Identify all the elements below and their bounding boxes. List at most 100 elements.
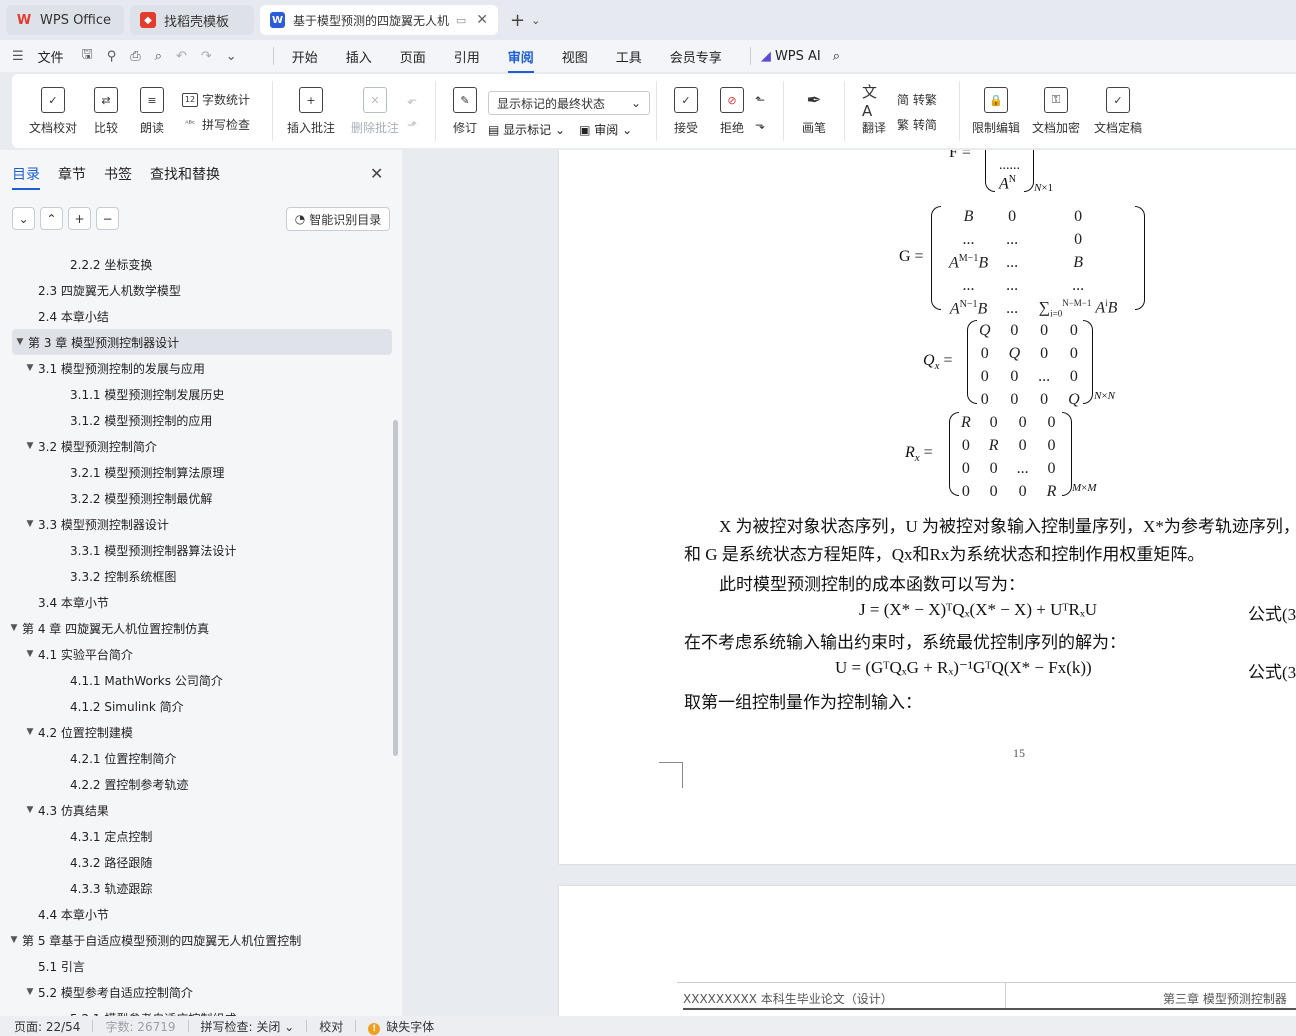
toc-item[interactable]: 3.2.2 模型预测控制最优解 — [0, 485, 392, 511]
document-page[interactable]: XXXXXXXXX 本科生毕业论文（设计） 第三章 模型预测控制器 — [559, 886, 1296, 1016]
pen-button[interactable]: ✒ 画笔 — [790, 81, 838, 136]
toc-item[interactable]: ▼ 5.2 模型参考自适应控制简介 — [0, 979, 392, 1005]
toc-item[interactable]: 3.1.1 模型预测控制发展历史 — [0, 381, 392, 407]
new-tab-icon[interactable]: + — [510, 10, 525, 31]
chevron-down-icon[interactable]: ⌄ — [226, 49, 237, 64]
insert-comment-button[interactable]: + 插入批注 — [279, 81, 343, 136]
toc-item[interactable]: 3.3.1 模型预测控制器算法设计 — [0, 537, 392, 563]
toc-item[interactable]: 4.3.1 定点控制 — [0, 823, 392, 849]
close-icon[interactable]: ✕ — [476, 12, 488, 28]
remove-icon[interactable]: − — [96, 207, 119, 230]
to-traditional-button[interactable]: 简 转繁 — [897, 88, 953, 112]
spell-check-status[interactable]: 拼写检查: 关闭 ⌄ — [201, 1018, 295, 1035]
encrypt-button[interactable]: ⚿ 文档加密 — [1026, 81, 1086, 136]
toc-item[interactable]: ▼ 3.3 模型预测控制器设计 — [0, 511, 392, 537]
redo-icon[interactable]: ↷ — [201, 49, 212, 64]
menu-references[interactable]: 引用 — [454, 47, 480, 66]
toc-item[interactable]: ▼ 4.1 实验平台简介 — [0, 641, 392, 667]
collapse-arrow-icon[interactable]: ▼ — [22, 987, 38, 997]
toc-item[interactable]: 4.4 本章小节 — [0, 901, 392, 927]
reject-button[interactable]: ⊘ 拒绝 — [709, 81, 755, 136]
collapse-arrow-icon[interactable]: ▼ — [22, 441, 38, 451]
word-count-button[interactable]: 12 字数统计 — [182, 88, 266, 112]
smart-toc-button[interactable]: ◔ 智能识别目录 — [286, 207, 390, 231]
markup-dropdown[interactable]: 显示标记的最终状态 ⌄ — [488, 91, 650, 115]
show-markup-button[interactable]: ▤ 显示标记 ⌄ — [488, 121, 565, 138]
tab-bookmarks[interactable]: 书签 — [104, 164, 132, 184]
accept-button[interactable]: ✓ 接受 — [663, 81, 709, 136]
collapse-arrow-icon[interactable]: ▼ — [6, 623, 22, 633]
document-page[interactable]: F = ...... AN N×1 G = B00 ...... 0 AM−1B.… — [559, 150, 1296, 864]
prev-change-icon[interactable]: ⬑ — [755, 88, 777, 112]
collapse-arrow-icon[interactable]: ▼ — [12, 337, 28, 347]
tab-toc[interactable]: 目录 — [12, 164, 40, 190]
review-pane-button[interactable]: ▣ 审阅 ⌄ — [579, 121, 632, 138]
menu-tools[interactable]: 工具 — [616, 47, 642, 66]
toc-item[interactable]: ▼ 第 4 章 四旋翼无人机位置控制仿真 — [0, 615, 392, 641]
collapse-arrow-icon[interactable]: ▼ — [22, 363, 38, 373]
wps-ai-button[interactable]: ◢ WPS AI — [761, 49, 821, 64]
print-preview-icon[interactable]: ⌕ — [155, 49, 162, 64]
prev-comment-icon[interactable]: ⬐ — [407, 88, 429, 112]
toc-item[interactable]: 4.1.1 MathWorks 公司简介 — [0, 667, 392, 693]
collapse-arrow-icon[interactable]: ▼ — [6, 935, 22, 945]
finalize-button[interactable]: ✓ 文档定稿 — [1086, 81, 1150, 136]
spell-check-button[interactable]: ᴬᴮᶜ 拼写检查 — [182, 113, 266, 137]
menu-member[interactable]: 会员专享 — [670, 47, 722, 66]
toc-item[interactable]: 2.4 本章小结 — [0, 303, 392, 329]
missing-font-status[interactable]: ! 缺失字体 — [368, 1018, 434, 1035]
menu-insert[interactable]: 插入 — [346, 47, 372, 66]
file-menu[interactable]: 文件 — [38, 47, 64, 66]
next-change-icon[interactable]: ⬎ — [755, 113, 777, 137]
undo-icon[interactable]: ↶ — [176, 49, 187, 64]
toc-item[interactable]: ▼ 第 3 章 模型预测控制器设计 — [12, 329, 392, 355]
save-icon[interactable]: 🖫 — [82, 45, 93, 67]
menu-page[interactable]: 页面 — [400, 47, 426, 66]
toc-item[interactable]: ▼ 4.2 位置控制建模 — [0, 719, 392, 745]
search-icon[interactable]: ⌕ — [833, 49, 840, 64]
tab-wps-office[interactable]: W WPS Office — [6, 5, 124, 35]
read-aloud-button[interactable]: ≡ 朗读 — [130, 81, 174, 136]
word-count[interactable]: 字数: 26719 — [105, 1018, 175, 1035]
proof-status[interactable]: 校对 — [319, 1018, 343, 1035]
collapse-arrow-icon[interactable]: ▼ — [22, 519, 38, 529]
menu-view[interactable]: 视图 — [562, 47, 588, 66]
next-comment-icon[interactable]: ⬏ — [407, 113, 429, 137]
toc-item[interactable]: 4.2.2 置控制参考轨迹 — [0, 771, 392, 797]
toc-item[interactable]: 4.2.1 位置控制简介 — [0, 745, 392, 771]
page-indicator[interactable]: 页面: 22/54 — [14, 1018, 80, 1035]
track-changes-button[interactable]: ✎ 修订 — [442, 81, 488, 136]
collapse-arrow-icon[interactable]: ▼ — [22, 649, 38, 659]
toc-item[interactable]: ▼ 第 5 章基于自适应模型预测的四旋翼无人机位置控制 — [0, 927, 392, 953]
collapse-arrow-icon[interactable]: ▼ — [22, 727, 38, 737]
tab-docer[interactable]: ◆ 找稻壳模板 — [130, 5, 254, 35]
collapse-arrow-icon[interactable]: ▼ — [22, 805, 38, 815]
toc-item[interactable]: 5.1 引言 — [0, 953, 392, 979]
toc-item[interactable]: 4.1.2 Simulink 简介 — [0, 693, 392, 719]
scrollbar[interactable] — [393, 420, 398, 756]
tab-sections[interactable]: 章节 — [58, 164, 86, 184]
toc-item[interactable]: 3.4 本章小节 — [0, 589, 392, 615]
hamburger-icon[interactable]: ☰ — [12, 49, 24, 64]
close-icon[interactable]: ✕ — [370, 164, 383, 183]
compare-button[interactable]: ⇄ 比较 — [82, 81, 130, 136]
collapse-icon[interactable]: ⌃ — [40, 207, 63, 230]
to-simplified-button[interactable]: 繁 转简 — [897, 113, 953, 137]
delete-comment-button[interactable]: ✕ 删除批注 — [343, 81, 407, 136]
link-icon[interactable]: ⚲ — [107, 49, 117, 64]
toc-item[interactable]: 2.2.2 坐标变换 — [0, 251, 392, 277]
toc-item[interactable]: 3.3.2 控制系统框图 — [0, 563, 392, 589]
toc-item[interactable]: ▼ 3.1 模型预测控制的发展与应用 — [0, 355, 392, 381]
toc-item[interactable]: 4.3.3 轨迹跟踪 — [0, 875, 392, 901]
doc-proof-button[interactable]: ✓ 文档校对 — [24, 81, 82, 136]
toc-item[interactable]: 4.3.2 路径跟随 — [0, 849, 392, 875]
menu-review[interactable]: 审阅 — [507, 47, 534, 73]
toc-item[interactable]: 3.1.2 模型预测控制的应用 — [0, 407, 392, 433]
toc-item[interactable]: 3.2.1 模型预测控制算法原理 — [0, 459, 392, 485]
menu-home[interactable]: 开始 — [292, 47, 318, 66]
chevron-down-icon[interactable]: ⌄ — [531, 14, 540, 27]
toc-item[interactable]: ▼ 3.2 模型预测控制简介 — [0, 433, 392, 459]
expand-icon[interactable]: ⌄ — [12, 207, 35, 230]
translate-button[interactable]: 文A 翻译 — [851, 81, 897, 136]
add-icon[interactable]: + — [68, 207, 91, 230]
